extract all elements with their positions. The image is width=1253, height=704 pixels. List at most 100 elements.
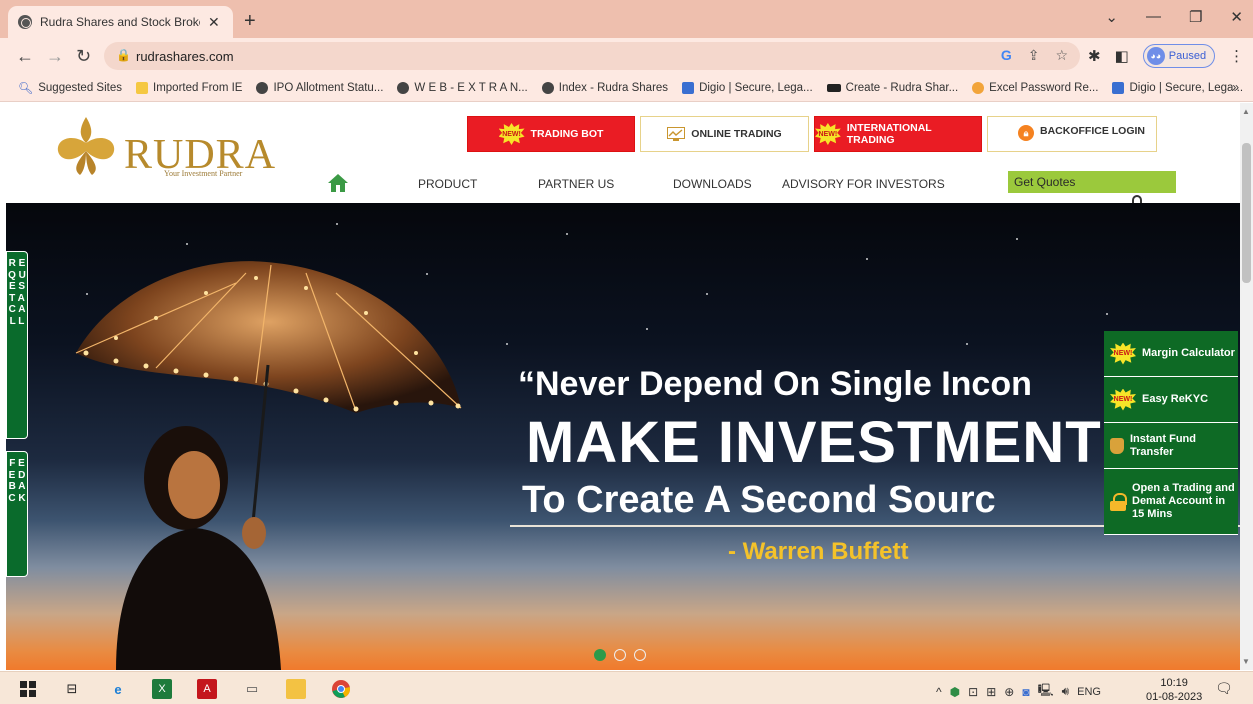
backoffice-login-button[interactable]: 🔒︎ BACKOFFICE LOGIN <box>987 116 1157 152</box>
hero-quote-line-2: MAKE INVESTMENT <box>526 410 1102 475</box>
bookmark-item[interactable]: Digio | Secure, Lega... <box>682 81 813 94</box>
volume-icon[interactable]: 🔊︎ <box>1062 684 1070 699</box>
international-trading-button[interactable]: NEW! INTERNATIONAL TRADING <box>814 116 982 152</box>
instant-fund-transfer-label: Instant Fund Transfer <box>1130 432 1196 458</box>
scroll-down-icon[interactable]: ▼ <box>1242 657 1250 666</box>
tray-app-icon[interactable]: ⊞ <box>986 685 996 699</box>
bookmark-item[interactable]: 🔍︎ Suggested Sites <box>18 81 122 95</box>
system-tray: ^ ⬢ ⊡ ⊞ ⊕ ◙ 🖳︎ 🔊︎ ENG <box>936 681 1101 702</box>
tray-overflow-icon[interactable]: ^ <box>936 685 942 699</box>
scrollbar-thumb[interactable] <box>1242 143 1251 283</box>
tray-app-icon[interactable]: ⊡ <box>968 685 978 699</box>
trading-bot-button[interactable]: NEW! TRADING BOT <box>467 116 635 152</box>
carousel-dot[interactable] <box>614 649 626 661</box>
share-icon[interactable]: ⇪ <box>1028 47 1040 64</box>
nav-partner-us[interactable]: PARTNER US <box>538 177 614 191</box>
lock-icon[interactable]: 🔒 <box>116 48 131 62</box>
hero-banner: “Never Depend On Single Incon MAKE INVES… <box>6 203 1240 670</box>
url-text[interactable]: rudrashares.com <box>136 49 234 64</box>
extensions-icon[interactable]: ✱ <box>1088 47 1101 65</box>
chart-icon <box>667 127 686 141</box>
back-icon[interactable]: ← <box>16 46 34 67</box>
money-bag-icon <box>1110 437 1124 454</box>
tray-app-icon[interactable]: ◙ <box>1022 685 1029 699</box>
bookmarks-bar: 🔍︎ Suggested Sites Imported From IE IPO A… <box>0 74 1253 102</box>
internet-explorer-icon[interactable]: e <box>108 679 128 699</box>
online-trading-button[interactable]: ONLINE TRADING <box>640 116 809 152</box>
home-icon[interactable] <box>327 173 349 193</box>
site-logo[interactable]: RUDRA Your Investment Partner <box>50 113 280 179</box>
globe-icon <box>18 15 32 29</box>
bookmark-item[interactable]: IPO Allotment Statu... <box>256 81 383 94</box>
clock-date: 01-08-2023 <box>1146 691 1203 703</box>
google-icon[interactable]: G <box>1001 47 1012 64</box>
profile-button[interactable]: ◕◕ Paused <box>1142 44 1216 68</box>
network-icon[interactable]: 🖳︎ <box>1038 681 1054 702</box>
open-account-link[interactable]: Open a Trading and Demat Account in 15 M… <box>1104 469 1238 535</box>
nav-downloads[interactable]: DOWNLOADS <box>673 177 752 191</box>
windows-start-icon[interactable] <box>18 679 38 699</box>
margin-calculator-link[interactable]: NEW! Margin Calculator <box>1104 331 1238 377</box>
taskbar-clock[interactable]: 10:19 01-08-2023 <box>1146 676 1202 704</box>
feedback-label: F E E D B A C K <box>8 458 26 504</box>
close-window-button[interactable]: ✕ <box>1230 8 1243 26</box>
bookmark-label: Excel Password Re... <box>989 81 1099 94</box>
bookmark-item[interactable]: Imported From IE <box>136 81 242 94</box>
bookmark-item[interactable]: Digio | Secure, Lega... <box>1112 81 1243 94</box>
file-explorer-icon[interactable] <box>286 679 306 699</box>
new-tab-button[interactable]: + <box>244 10 256 33</box>
easy-rekyc-label: Easy ReKYC <box>1142 393 1209 405</box>
minimize-button[interactable]: — <box>1146 8 1161 26</box>
bookmark-star-icon[interactable]: ☆ <box>1055 47 1068 64</box>
tab-close-button[interactable]: ✕ <box>208 14 220 31</box>
easy-rekyc-link[interactable]: NEW! Easy ReKYC <box>1104 377 1238 423</box>
clock-time: 10:19 <box>1160 677 1188 689</box>
browser-tab-strip: Rudra Shares and Stock Brokers L ✕ + ⌄ —… <box>0 0 1253 38</box>
scroll-up-icon[interactable]: ▲ <box>1242 107 1250 116</box>
lock-icon <box>1110 492 1127 511</box>
bookmark-item[interactable]: Create - Rudra Shar... <box>826 82 958 94</box>
carousel-dot[interactable] <box>634 649 646 661</box>
feedback-tab[interactable]: F E E D B A C K <box>6 451 28 577</box>
task-view-icon[interactable]: ⊟ <box>62 679 82 699</box>
side-panel-icon[interactable]: ◧ <box>1115 47 1129 65</box>
folder-icon <box>136 81 148 94</box>
avatar: ◕◕ <box>1146 47 1165 65</box>
request-a-call-tab[interactable]: R E Q U E S T A C A L L <box>6 251 28 439</box>
tab-search-button[interactable]: ⌄ <box>1105 8 1118 26</box>
umbrella-woman-illustration <box>75 261 462 670</box>
bookmark-label: W E B - E X T R A N... <box>414 81 528 94</box>
address-bar[interactable]: 🔒 rudrashares.com G ⇪ ☆ <box>104 42 1080 70</box>
nav-product[interactable]: PRODUCT <box>418 177 477 191</box>
restore-button[interactable]: ❐ <box>1189 8 1202 26</box>
bookmark-item[interactable]: Index - Rudra Shares <box>541 81 668 94</box>
page-scrollbar[interactable]: ▲ ▼ <box>1240 103 1253 670</box>
acrobat-icon[interactable]: A <box>197 679 217 699</box>
profile-status: Paused <box>1168 50 1207 62</box>
bookmarks-overflow-icon[interactable]: » <box>1232 80 1239 94</box>
excel-icon <box>972 81 985 94</box>
nav-advisory-for-investors[interactable]: ADVISORY FOR INVESTORS <box>782 177 945 191</box>
app-window-icon[interactable]: ▭ <box>242 679 262 699</box>
windows-taskbar: ⊟ e X A ▭ ^ ⬢ ⊡ ⊞ ⊕ ◙ 🖳︎ 🔊︎ ENG 10:19 01… <box>0 671 1253 704</box>
menu-kebab-icon[interactable]: ⋮ <box>1229 47 1244 65</box>
chrome-icon[interactable] <box>331 679 351 699</box>
tray-app-icon[interactable]: ⊕ <box>1004 685 1014 699</box>
web-page: RUDRA Your Investment Partner NEW! TRADI… <box>0 103 1240 670</box>
browser-tab[interactable]: Rudra Shares and Stock Brokers L ✕ <box>8 6 233 38</box>
backoffice-login-label: BACKOFFICE LOGIN <box>1040 125 1145 137</box>
logo-tagline: Your Investment Partner <box>164 169 243 178</box>
security-shield-icon[interactable]: ⬢ <box>950 685 960 699</box>
forward-icon[interactable]: → <box>46 46 64 67</box>
instant-fund-transfer-link[interactable]: Instant Fund Transfer <box>1104 423 1238 469</box>
notification-center-icon[interactable]: 🗨︎ <box>1215 680 1233 697</box>
bookmark-item[interactable]: W E B - E X T R A N... <box>397 81 528 94</box>
bookmark-item[interactable]: Excel Password Re... <box>972 81 1099 94</box>
language-indicator[interactable]: ENG <box>1077 686 1101 698</box>
search-icon[interactable] <box>1132 195 1142 203</box>
reload-icon[interactable]: ↻ <box>76 46 91 67</box>
excel-icon[interactable]: X <box>152 679 172 699</box>
get-quotes-bar[interactable]: Get Quotes <box>1008 171 1176 193</box>
carousel-dot[interactable] <box>594 649 606 661</box>
new-badge: NEW! <box>1110 342 1136 365</box>
